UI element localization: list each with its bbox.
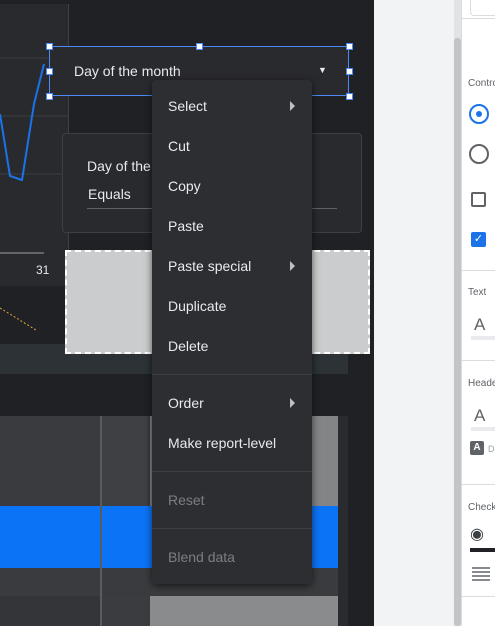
section-heading-text: Text bbox=[468, 287, 487, 298]
table-cell bbox=[0, 416, 100, 506]
header-text-style-underline bbox=[471, 427, 495, 431]
menu-item-label: Duplicate bbox=[168, 298, 227, 314]
menu-separator bbox=[152, 374, 312, 375]
menu-separator bbox=[152, 471, 312, 472]
menu-item-label: Cut bbox=[168, 138, 190, 154]
dropdown-arrow-icon[interactable]: ▼ bbox=[318, 65, 327, 75]
menu-item-label: Order bbox=[168, 395, 204, 411]
menu-item-reset: Reset bbox=[152, 480, 312, 520]
panel-divider bbox=[462, 360, 495, 361]
filter-operator-value[interactable]: Equals bbox=[88, 186, 131, 202]
text-style-underline bbox=[471, 336, 495, 340]
panel-divider bbox=[462, 18, 495, 19]
scrollbar-thumb[interactable] bbox=[454, 38, 461, 626]
checkbox-checked-icon[interactable]: ✓ bbox=[471, 232, 486, 247]
submenu-arrow-icon bbox=[290, 101, 295, 111]
menu-item-make-report-level[interactable]: Make report-level bbox=[152, 423, 312, 463]
report-canvas[interactable]: 31 Day of the Equals Day of the month ▼ … bbox=[0, 0, 374, 626]
menu-item-label: Paste special bbox=[168, 258, 252, 274]
menu-item-select[interactable]: Select bbox=[152, 86, 312, 126]
panel-divider bbox=[462, 484, 495, 485]
table-cell bbox=[102, 416, 148, 506]
table-edge bbox=[338, 416, 348, 626]
menu-item-copy[interactable]: Copy bbox=[152, 166, 312, 206]
text-box-icon[interactable]: A bbox=[470, 441, 484, 455]
submenu-arrow-icon bbox=[290, 261, 295, 271]
table-cell bbox=[102, 596, 148, 626]
resize-handle-bottom-right[interactable] bbox=[346, 93, 353, 100]
submenu-arrow-icon bbox=[290, 398, 295, 408]
table-column-divider[interactable] bbox=[100, 416, 102, 626]
table-cell bbox=[0, 596, 100, 626]
menu-item-duplicate[interactable]: Duplicate bbox=[152, 286, 312, 326]
menu-item-label: Blend data bbox=[168, 549, 235, 565]
checkbox-unchecked-icon[interactable] bbox=[471, 192, 486, 207]
trend-line-fragment bbox=[0, 307, 37, 331]
table-cell bbox=[150, 596, 338, 626]
menu-item-cut[interactable]: Cut bbox=[152, 126, 312, 166]
menu-item-order[interactable]: Order bbox=[152, 383, 312, 423]
resize-handle-top-right[interactable] bbox=[346, 43, 353, 50]
resize-handle-right[interactable] bbox=[346, 68, 353, 75]
header-text-style-icon[interactable]: A bbox=[474, 406, 485, 426]
fill-color-swatch[interactable] bbox=[470, 548, 495, 552]
menu-item-delete[interactable]: Delete bbox=[152, 326, 312, 366]
section-heading-header: Heade bbox=[468, 378, 495, 389]
resize-handle-bottom-left[interactable] bbox=[46, 93, 53, 100]
menu-item-paste-special[interactable]: Paste special bbox=[152, 246, 312, 286]
resize-handle-top[interactable] bbox=[196, 43, 203, 50]
panel-divider bbox=[462, 270, 495, 271]
menu-item-label: Delete bbox=[168, 338, 209, 354]
chart-series-line bbox=[0, 63, 45, 182]
canvas-gutter bbox=[374, 0, 454, 626]
menu-item-label: Reset bbox=[168, 492, 205, 508]
menu-item-paste[interactable]: Paste bbox=[152, 206, 312, 246]
filter-control-label: Day of the bbox=[87, 158, 151, 174]
menu-separator bbox=[152, 528, 312, 529]
radio-checked-icon[interactable] bbox=[469, 104, 489, 124]
menu-item-blend-data: Blend data bbox=[152, 537, 312, 577]
menu-item-label: Make report-level bbox=[168, 435, 277, 451]
resize-handle-top-left[interactable] bbox=[46, 43, 53, 50]
menu-item-label: Select bbox=[168, 98, 207, 114]
resize-handle-left[interactable] bbox=[46, 68, 53, 75]
section-heading-controls: Contro bbox=[468, 78, 495, 89]
dropdown-label: Day of the month bbox=[74, 63, 181, 79]
text-box-label: D bbox=[488, 444, 495, 454]
context-menu: Select Cut Copy Paste Paste special Dupl… bbox=[152, 80, 312, 584]
properties-panel: Contro ✓ Text A Heade A A D Check ◉ bbox=[461, 0, 495, 626]
panel-toggle-button[interactable] bbox=[470, 0, 495, 16]
line-style-icon[interactable] bbox=[472, 566, 490, 584]
chart-x-tick-label: 31 bbox=[36, 263, 50, 277]
radio-unchecked-icon[interactable] bbox=[469, 144, 489, 164]
section-heading-checkbox: Check bbox=[468, 502, 495, 513]
radio-dot bbox=[476, 111, 482, 117]
menu-item-label: Paste bbox=[168, 218, 204, 234]
text-style-icon[interactable]: A bbox=[474, 315, 485, 335]
fill-color-icon[interactable]: ◉ bbox=[470, 524, 484, 544]
menu-item-label: Copy bbox=[168, 178, 201, 194]
panel-divider bbox=[462, 596, 495, 597]
